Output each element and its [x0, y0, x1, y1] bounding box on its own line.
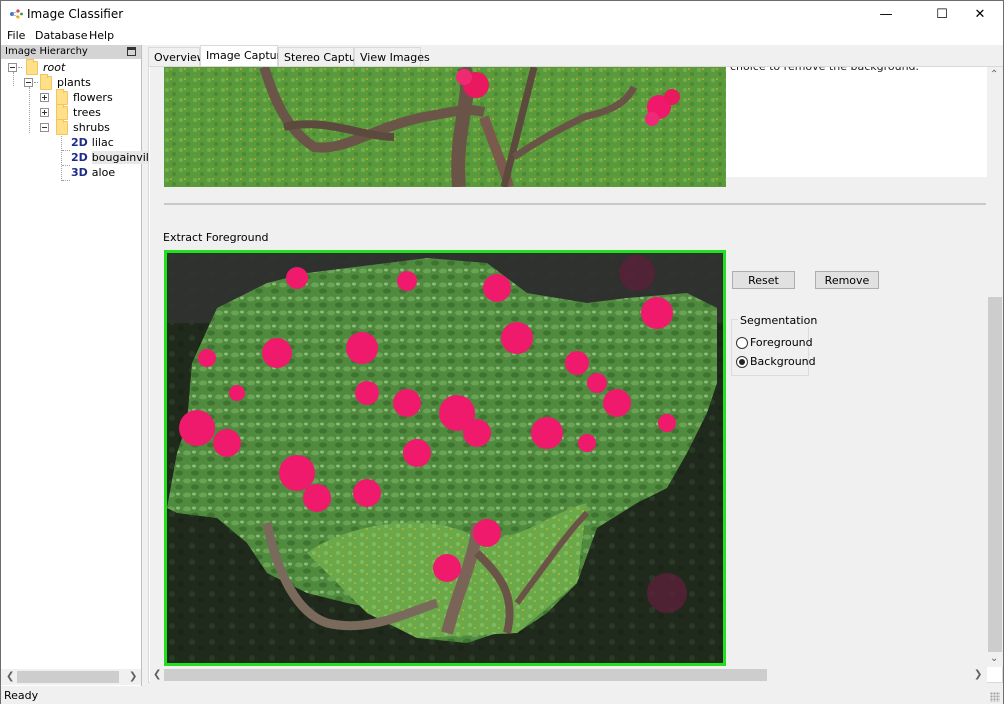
- collapse-icon[interactable]: [24, 78, 33, 87]
- radio-label: Background: [750, 355, 816, 368]
- close-icon: ✕: [974, 7, 986, 22]
- status-text: Ready: [4, 689, 39, 702]
- scroll-down-icon[interactable]: ⌄: [990, 653, 998, 664]
- scroll-right-icon[interactable]: ❯: [129, 671, 137, 682]
- hierarchy-tree: root plants flowers trees shrubs 2D lila…: [1, 58, 152, 669]
- scroll-up-icon[interactable]: ⌃: [990, 69, 998, 80]
- tree-item-label: plants: [57, 76, 91, 89]
- tree-item-lilac[interactable]: 2D lilac: [71, 135, 114, 150]
- tree-guide: [29, 87, 30, 133]
- segmented-photo: [167, 253, 723, 663]
- segmentation-group: Segmentation Foreground Background: [731, 314, 820, 376]
- tree-item-label: flowers: [73, 91, 113, 104]
- tree-item-label: bougainvill: [91, 151, 152, 164]
- image-hierarchy-panel: Image Hierarchy root plants flowers tree…: [1, 45, 152, 686]
- segmentation-canvas[interactable]: [164, 250, 726, 666]
- collapse-icon[interactable]: [8, 63, 17, 72]
- folder-icon: [26, 58, 38, 75]
- title-bar: Image Classifier — ☐ ✕: [1, 1, 1003, 28]
- minimize-icon: —: [879, 7, 893, 22]
- tree-guide: [62, 165, 70, 166]
- app-logo-icon: [10, 9, 23, 19]
- menu-help[interactable]: Help: [89, 29, 114, 42]
- tree-guide: [62, 180, 70, 181]
- tree-item-shrubs[interactable]: shrubs: [40, 118, 110, 135]
- horizontal-scrollbar[interactable]: ❮ ❯: [150, 667, 987, 683]
- tab-overview[interactable]: Overview: [148, 47, 206, 66]
- float-panel-icon[interactable]: [127, 47, 136, 56]
- expand-icon[interactable]: [40, 93, 49, 102]
- instructions-text: choice to remove the background.: [730, 67, 919, 73]
- window-title: Image Classifier: [27, 7, 124, 21]
- dock-title: Image Hierarchy: [5, 46, 88, 57]
- tree-item-root[interactable]: root: [8, 58, 66, 75]
- extract-foreground-label: Extract Foreground: [163, 231, 269, 244]
- radio-label: Foreground: [750, 336, 813, 349]
- reset-button[interactable]: Reset: [732, 271, 795, 289]
- tree-item-trees[interactable]: trees: [40, 103, 101, 120]
- tree-item-label: aloe: [91, 166, 116, 179]
- tree-horizontal-scrollbar[interactable]: ❮ ❯: [1, 669, 141, 685]
- segmentation-title: Segmentation: [738, 314, 820, 327]
- radio-checked-icon[interactable]: [736, 355, 748, 368]
- radio-foreground[interactable]: Foreground: [736, 336, 813, 349]
- tree-item-label: trees: [73, 106, 101, 119]
- vertical-scrollbar[interactable]: ⌃ ⌄: [987, 67, 1003, 667]
- folder-icon: [56, 88, 68, 105]
- folder-icon: [56, 103, 68, 120]
- dock-header: Image Hierarchy: [1, 45, 141, 59]
- 3d-image-icon: 3D: [71, 166, 88, 179]
- tab-view-images[interactable]: View Images: [354, 47, 430, 66]
- tree-item-flowers[interactable]: flowers: [40, 88, 113, 105]
- instructions-text-box: choice to remove the background.: [726, 67, 987, 177]
- tab-stereo-capture[interactable]: Stereo Capture: [278, 47, 367, 66]
- captured-photo: [164, 67, 726, 187]
- tree-item-label: lilac: [91, 136, 114, 149]
- tree-item-bougainvillea[interactable]: 2D bougainvill: [71, 150, 152, 165]
- folder-icon: [40, 73, 52, 90]
- app-window: Image Classifier — ☐ ✕ File Database Hel…: [0, 0, 1004, 704]
- maximize-icon: ☐: [936, 7, 948, 22]
- scroll-area: choice to remove the background. Extract…: [150, 67, 987, 667]
- 2d-image-icon: 2D: [71, 151, 88, 164]
- folder-icon: [56, 118, 68, 135]
- image-capture-panel: choice to remove the background. Extract…: [148, 66, 1003, 683]
- tab-image-capture[interactable]: Image Capture: [200, 45, 288, 66]
- minimize-button[interactable]: —: [863, 1, 909, 28]
- status-bar: Ready: [1, 687, 1003, 704]
- radio-background[interactable]: Background: [736, 355, 816, 368]
- remove-button[interactable]: Remove: [815, 271, 879, 289]
- menu-database[interactable]: Database: [35, 29, 88, 42]
- section-divider: [164, 203, 986, 205]
- collapse-icon[interactable]: [40, 123, 49, 132]
- scroll-left-icon[interactable]: ❮: [6, 671, 14, 682]
- scrollbar-thumb[interactable]: [988, 297, 1002, 652]
- menu-file[interactable]: File: [7, 29, 25, 42]
- captured-image-preview: [164, 67, 726, 187]
- scrollbar-thumb[interactable]: [17, 671, 119, 683]
- tree-item-aloe[interactable]: 3D aloe: [71, 165, 115, 180]
- close-button[interactable]: ✕: [957, 1, 1003, 28]
- tree-guide: [61, 134, 62, 181]
- radio-unchecked-icon[interactable]: [736, 336, 748, 349]
- scroll-left-icon[interactable]: ❮: [153, 669, 161, 680]
- scroll-right-icon[interactable]: ❯: [974, 669, 982, 680]
- expand-icon[interactable]: [40, 108, 49, 117]
- 2d-image-icon: 2D: [71, 136, 88, 149]
- menu-bar: File Database Help: [1, 28, 1003, 45]
- tree-item-label: root: [43, 61, 66, 74]
- tree-guide: [62, 150, 70, 151]
- scrollbar-thumb[interactable]: [164, 669, 767, 681]
- tree-item-label: shrubs: [73, 121, 110, 134]
- resize-grip-icon[interactable]: [990, 692, 1000, 702]
